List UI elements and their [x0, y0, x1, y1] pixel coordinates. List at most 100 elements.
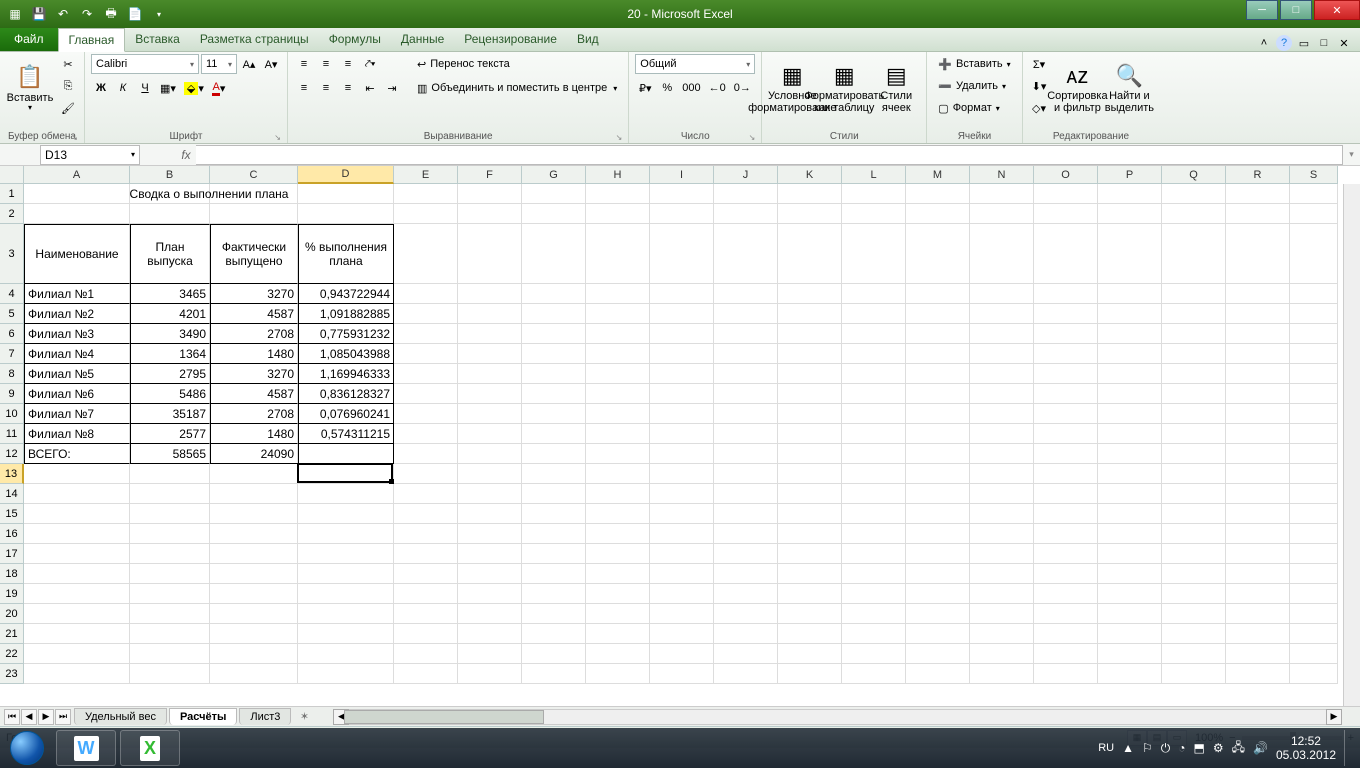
- cell[interactable]: [1034, 464, 1098, 484]
- cell[interactable]: [394, 204, 458, 224]
- cell[interactable]: [394, 524, 458, 544]
- cell[interactable]: [778, 624, 842, 644]
- cell[interactable]: [1290, 344, 1338, 364]
- cell[interactable]: [210, 204, 298, 224]
- cell[interactable]: [1034, 204, 1098, 224]
- cell[interactable]: [1098, 564, 1162, 584]
- cell[interactable]: Наименование: [24, 224, 130, 284]
- cell[interactable]: [650, 524, 714, 544]
- cell[interactable]: [298, 184, 394, 204]
- row-header[interactable]: 14: [0, 484, 24, 504]
- cell[interactable]: [1162, 424, 1226, 444]
- cell[interactable]: [1034, 664, 1098, 684]
- cell[interactable]: [522, 424, 586, 444]
- cell[interactable]: [1034, 644, 1098, 664]
- cell[interactable]: [586, 664, 650, 684]
- cell[interactable]: [586, 184, 650, 204]
- cell[interactable]: [1290, 624, 1338, 644]
- taskbar-word-button[interactable]: W: [56, 730, 116, 766]
- cell[interactable]: [650, 584, 714, 604]
- cell[interactable]: [1226, 204, 1290, 224]
- column-header[interactable]: E: [394, 166, 458, 184]
- cell[interactable]: [650, 644, 714, 664]
- show-desktop-button[interactable]: [1344, 730, 1352, 766]
- column-header[interactable]: A: [24, 166, 130, 184]
- cell[interactable]: [842, 604, 906, 624]
- cell[interactable]: [1226, 444, 1290, 464]
- cell[interactable]: [906, 504, 970, 524]
- cell[interactable]: [1162, 584, 1226, 604]
- cell[interactable]: [906, 224, 970, 284]
- format-painter-button[interactable]: 🖌: [58, 98, 78, 118]
- ribbon-tab[interactable]: Главная: [58, 28, 126, 52]
- cell[interactable]: [394, 424, 458, 444]
- cell[interactable]: [714, 564, 778, 584]
- dialog-launcher-icon[interactable]: ↘: [274, 133, 281, 142]
- cell[interactable]: [778, 524, 842, 544]
- cell[interactable]: [1034, 444, 1098, 464]
- tray-icon[interactable]: ⬒: [1193, 741, 1204, 755]
- currency-button[interactable]: ₽▾: [635, 78, 655, 98]
- cell[interactable]: [458, 184, 522, 204]
- cell[interactable]: [1098, 204, 1162, 224]
- cell[interactable]: [586, 484, 650, 504]
- column-header[interactable]: G: [522, 166, 586, 184]
- cell[interactable]: [714, 624, 778, 644]
- cell[interactable]: [1098, 604, 1162, 624]
- cell[interactable]: [650, 184, 714, 204]
- cell[interactable]: [24, 584, 130, 604]
- cell[interactable]: [586, 604, 650, 624]
- cell[interactable]: 1,091882885: [298, 304, 394, 324]
- cell[interactable]: [1034, 484, 1098, 504]
- cell[interactable]: [1162, 204, 1226, 224]
- cell[interactable]: [1162, 224, 1226, 284]
- row-header[interactable]: 7: [0, 344, 24, 364]
- cell[interactable]: Сводка о выполнении плана: [130, 184, 210, 204]
- minimize-ribbon-icon[interactable]: ˄: [1256, 35, 1272, 51]
- cell[interactable]: [1226, 664, 1290, 684]
- cell[interactable]: [970, 464, 1034, 484]
- cell[interactable]: 35187: [130, 404, 210, 424]
- cell[interactable]: [842, 504, 906, 524]
- cell[interactable]: [1226, 564, 1290, 584]
- cell[interactable]: [1226, 364, 1290, 384]
- cell[interactable]: [458, 204, 522, 224]
- cell[interactable]: [522, 184, 586, 204]
- cell[interactable]: Филиал №5: [24, 364, 130, 384]
- cell[interactable]: [778, 364, 842, 384]
- cell[interactable]: [458, 444, 522, 464]
- cell[interactable]: [714, 584, 778, 604]
- cell[interactable]: [1290, 304, 1338, 324]
- cell[interactable]: [778, 604, 842, 624]
- cell[interactable]: [298, 604, 394, 624]
- cell[interactable]: [714, 284, 778, 304]
- cell[interactable]: [1290, 444, 1338, 464]
- row-header[interactable]: 4: [0, 284, 24, 304]
- cell[interactable]: Филиал №4: [24, 344, 130, 364]
- shrink-font-button[interactable]: A▾: [261, 54, 281, 74]
- cell[interactable]: [394, 504, 458, 524]
- row-header[interactable]: 1: [0, 184, 24, 204]
- cell[interactable]: [458, 504, 522, 524]
- cell[interactable]: [1098, 544, 1162, 564]
- workbook-close-icon[interactable]: ✕: [1336, 35, 1352, 51]
- qat-icon[interactable]: 🖶: [100, 3, 122, 25]
- cell[interactable]: [1290, 504, 1338, 524]
- cell[interactable]: 3270: [210, 364, 298, 384]
- cell[interactable]: [298, 564, 394, 584]
- align-center-button[interactable]: ≡: [316, 78, 336, 98]
- cell[interactable]: [1162, 444, 1226, 464]
- cell[interactable]: [1162, 624, 1226, 644]
- cell[interactable]: [586, 644, 650, 664]
- cell[interactable]: [298, 584, 394, 604]
- cell[interactable]: [522, 524, 586, 544]
- cell[interactable]: Филиал №1: [24, 284, 130, 304]
- cell[interactable]: Фактически выпущено: [210, 224, 298, 284]
- find-select-button[interactable]: 🔍Найти и выделить: [1105, 54, 1153, 124]
- fx-icon[interactable]: fx: [176, 148, 196, 162]
- cell[interactable]: [842, 484, 906, 504]
- tab-prev-icon[interactable]: ◀: [21, 709, 37, 725]
- cell[interactable]: [1226, 504, 1290, 524]
- cell[interactable]: [906, 284, 970, 304]
- cell[interactable]: [650, 304, 714, 324]
